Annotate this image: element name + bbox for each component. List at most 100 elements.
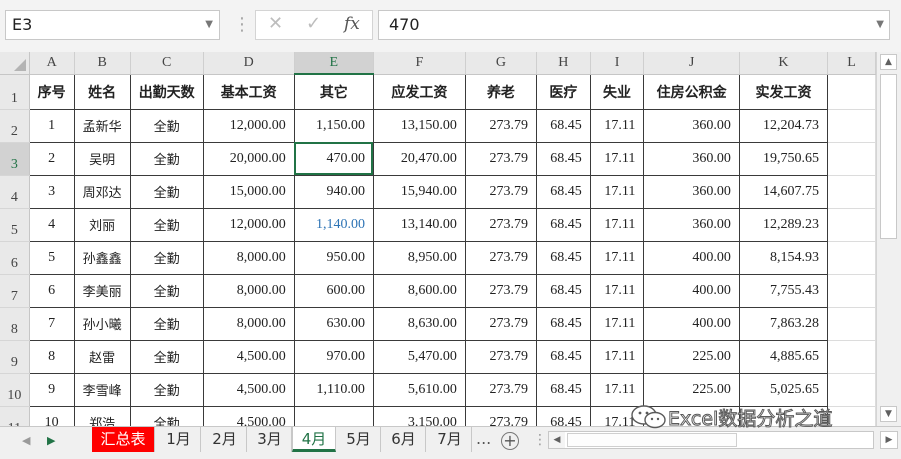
formula-input[interactable]: 470 ▼ — [378, 10, 890, 40]
table-cell[interactable]: 470.00 — [293, 141, 374, 176]
table-cell[interactable]: 9 — [28, 372, 75, 407]
table-cell[interactable]: 17.11 — [589, 108, 645, 143]
table-cell[interactable]: 5 — [28, 240, 75, 275]
table-cell[interactable]: 360.00 — [643, 174, 740, 209]
header-cell[interactable]: 基本工资 — [202, 73, 295, 110]
table-cell[interactable]: 孙鑫鑫 — [73, 240, 131, 275]
empty-cell[interactable] — [827, 373, 876, 407]
row-header[interactable]: 6 — [0, 241, 30, 275]
table-cell[interactable]: 940.00 — [293, 174, 374, 209]
sheet-tab[interactable]: 3月 — [248, 427, 292, 452]
empty-cell[interactable] — [827, 340, 876, 374]
table-cell[interactable]: 7 — [28, 306, 75, 341]
table-cell[interactable]: 360.00 — [643, 141, 740, 176]
row-header[interactable]: 4 — [0, 175, 30, 209]
table-cell[interactable]: 17.11 — [589, 273, 645, 308]
table-cell[interactable]: 10 — [28, 405, 75, 426]
table-cell[interactable]: 68.45 — [536, 273, 591, 308]
empty-cell[interactable] — [827, 142, 876, 176]
header-cell[interactable]: 应发工资 — [372, 73, 466, 110]
scroll-left-icon[interactable]: ◀ — [549, 432, 565, 448]
table-cell[interactable]: 8,950.00 — [372, 240, 466, 275]
header-cell[interactable]: 实发工资 — [738, 73, 829, 110]
row-header[interactable]: 9 — [0, 340, 30, 374]
prev-sheet-icon[interactable]: ◀ — [22, 434, 30, 447]
table-cell[interactable]: 4 — [28, 207, 75, 242]
table-cell[interactable] — [293, 405, 374, 426]
header-cell[interactable]: 其它 — [293, 73, 374, 110]
table-cell[interactable]: 68.45 — [536, 339, 591, 374]
table-cell[interactable]: 600.00 — [293, 273, 374, 308]
table-cell[interactable]: 273.79 — [464, 405, 538, 426]
table-cell[interactable]: 8,600.00 — [372, 273, 466, 308]
more-sheets-button[interactable]: ... — [476, 429, 491, 448]
column-header-j[interactable]: J — [643, 52, 740, 75]
row-header[interactable]: 8 — [0, 307, 30, 341]
table-cell[interactable]: 7,755.43 — [738, 273, 829, 308]
table-cell[interactable]: 17.11 — [589, 306, 645, 341]
column-header-d[interactable]: D — [203, 52, 295, 75]
table-cell[interactable]: 8,000.00 — [202, 240, 295, 275]
empty-cell[interactable] — [827, 109, 876, 143]
table-cell[interactable]: 李雪峰 — [73, 372, 131, 407]
table-cell[interactable]: 15,000.00 — [202, 174, 295, 209]
table-cell[interactable]: 全勤 — [129, 141, 204, 176]
table-cell[interactable]: 8,000.00 — [202, 273, 295, 308]
table-cell[interactable]: 13,150.00 — [372, 108, 466, 143]
table-cell[interactable]: 68.45 — [536, 405, 591, 426]
table-cell[interactable]: 400.00 — [643, 306, 740, 341]
column-header-k[interactable]: K — [739, 52, 829, 75]
table-cell[interactable]: 360.00 — [643, 207, 740, 242]
table-cell[interactable]: 全勤 — [129, 207, 204, 242]
table-cell[interactable]: 68.45 — [536, 372, 591, 407]
table-cell[interactable]: 全勤 — [129, 372, 204, 407]
table-cell[interactable]: 郑浩 — [73, 405, 131, 426]
sheet-tab[interactable]: 汇总表 — [92, 427, 155, 452]
table-cell[interactable]: 400.00 — [643, 273, 740, 308]
header-cell[interactable]: 姓名 — [73, 73, 131, 110]
name-box-dropdown-icon[interactable]: ▼ — [205, 11, 213, 39]
table-cell[interactable]: 1,150.00 — [293, 108, 374, 143]
table-cell[interactable]: 12,000.00 — [202, 108, 295, 143]
table-cell[interactable]: 225.00 — [643, 339, 740, 374]
table-cell[interactable]: 17.11 — [589, 372, 645, 407]
table-cell[interactable]: 68.45 — [536, 108, 591, 143]
vertical-scrollbar[interactable]: ▲ ▼ — [876, 52, 901, 426]
table-cell[interactable]: 273.79 — [464, 339, 538, 374]
table-cell[interactable]: 全勤 — [129, 405, 204, 426]
row-header[interactable]: 5 — [0, 208, 30, 242]
table-cell[interactable]: 吴明 — [73, 141, 131, 176]
table-cell[interactable]: 68.45 — [536, 141, 591, 176]
table-cell[interactable]: 225.00 — [643, 372, 740, 407]
empty-cell[interactable] — [827, 307, 876, 341]
table-cell[interactable]: 1,140.00 — [293, 207, 374, 242]
horizontal-scrollbar[interactable]: ◀ — [548, 431, 874, 449]
table-cell[interactable]: 3,150.00 — [372, 405, 466, 426]
header-cell[interactable]: 医疗 — [536, 73, 591, 110]
table-cell[interactable]: 17.11 — [589, 207, 645, 242]
scroll-right-icon[interactable]: ▶ — [880, 431, 898, 449]
table-cell[interactable]: 8,630.00 — [372, 306, 466, 341]
table-cell[interactable]: 273.79 — [464, 273, 538, 308]
table-cell[interactable]: 全勤 — [129, 273, 204, 308]
table-cell[interactable]: 68.45 — [536, 207, 591, 242]
column-header-a[interactable]: A — [29, 52, 75, 75]
table-cell[interactable]: 17.11 — [589, 405, 645, 426]
table-cell[interactable]: 12,000.00 — [202, 207, 295, 242]
sheet-tab[interactable]: 2月 — [203, 427, 247, 452]
vertical-scroll-thumb[interactable] — [880, 74, 897, 239]
table-cell[interactable]: 273.79 — [464, 141, 538, 176]
sheet-tab[interactable]: 6月 — [382, 427, 426, 452]
empty-cell[interactable] — [827, 74, 876, 110]
row-header[interactable]: 7 — [0, 274, 30, 308]
table-cell[interactable]: 68.45 — [536, 240, 591, 275]
table-cell[interactable]: 68.45 — [536, 306, 591, 341]
column-header-i[interactable]: I — [590, 52, 645, 75]
table-cell[interactable]: 2 — [28, 141, 75, 176]
table-cell[interactable]: 8 — [28, 339, 75, 374]
table-cell[interactable]: 273.79 — [464, 207, 538, 242]
table-cell[interactable]: 3 — [28, 174, 75, 209]
table-cell[interactable]: 20,000.00 — [202, 141, 295, 176]
table-cell[interactable]: 孙小曦 — [73, 306, 131, 341]
table-cell[interactable]: 5,470.00 — [372, 339, 466, 374]
